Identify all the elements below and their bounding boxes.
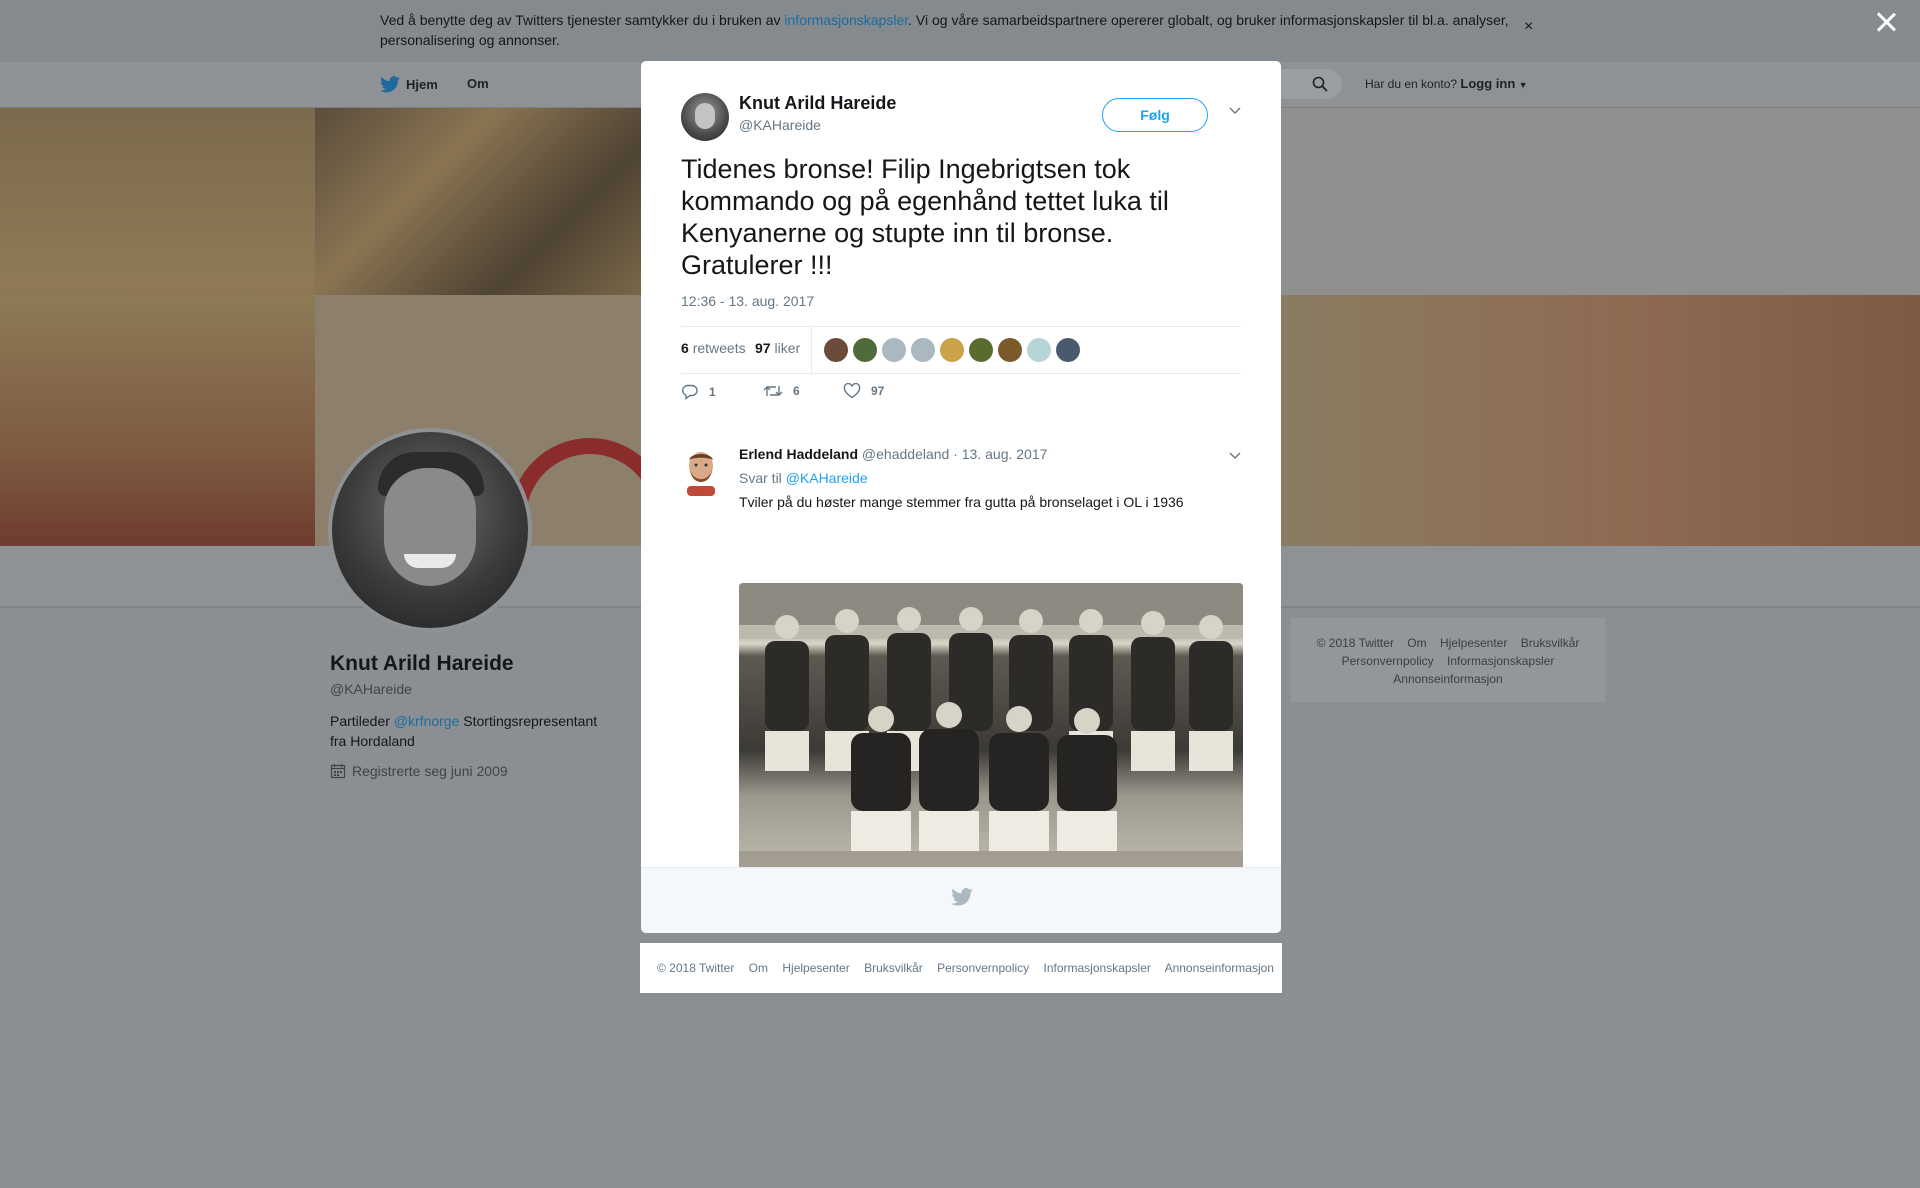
footer-link[interactable]: Annonseinformasjon	[1165, 961, 1274, 975]
footer-link[interactable]: Personvernpolicy	[937, 961, 1029, 975]
reply-author-avatar[interactable]	[681, 448, 721, 496]
footer-link[interactable]: © 2018 Twitter	[1317, 636, 1394, 650]
retweet-count: 6	[793, 384, 800, 398]
reply-text: Tviler på du høster mange stemmer fra gu…	[739, 494, 1184, 510]
bio-mention-link[interactable]: @krfnorge	[394, 713, 460, 729]
bio-text-before: Partileder	[330, 713, 394, 729]
modal-bottom-bar	[641, 867, 1281, 933]
reply-to: Svar til @KAHareide	[739, 470, 868, 486]
chevron-down-icon[interactable]	[1228, 450, 1242, 460]
profile-name: Knut Arild Hareide	[330, 652, 514, 675]
liker-avatar[interactable]	[1056, 338, 1080, 362]
footer-link[interactable]: Hjelpesenter	[1440, 636, 1507, 650]
retweets-count: 6	[681, 340, 689, 356]
like-count: 97	[871, 384, 885, 398]
footer-link[interactable]: © 2018 Twitter	[657, 961, 734, 975]
cookie-link[interactable]: informasjonskapsler	[784, 12, 908, 28]
cookie-banner: Ved å benytte deg av Twitters tjenester …	[0, 0, 1920, 62]
retweets-stat[interactable]: 6 retweets	[681, 340, 746, 356]
profile-avatar[interactable]	[328, 428, 532, 632]
footer-link[interactable]: Bruksvilkår	[864, 961, 923, 975]
heart-icon	[843, 383, 861, 399]
twitter-bird-icon	[951, 888, 973, 906]
reply-header: Erlend Haddeland @ehaddeland · 13. aug. …	[739, 446, 1047, 462]
reply-to-label: Svar til	[739, 470, 782, 486]
liker-avatar[interactable]	[969, 338, 993, 362]
tweet-permalink-modal: Knut Arild Hareide @KAHareide Følg Tiden…	[641, 61, 1281, 933]
retweet-icon	[763, 386, 783, 396]
reply-author-name[interactable]: Erlend Haddeland	[739, 446, 858, 462]
cookie-banner-text: Ved å benytte deg av Twitters tjenester …	[380, 10, 1530, 50]
reply-button[interactable]: 1	[681, 383, 716, 401]
liker-avatars	[824, 338, 1080, 362]
footer-link[interactable]: Bruksvilkår	[1521, 636, 1580, 650]
like-button[interactable]: 97	[843, 383, 884, 399]
footer-link[interactable]: Informasjonskapsler	[1447, 654, 1554, 668]
footer-link[interactable]: Om	[749, 961, 768, 975]
chevron-down-icon[interactable]	[1228, 105, 1242, 115]
reply-date[interactable]: · 13. aug. 2017	[953, 446, 1047, 462]
liker-avatar[interactable]	[882, 338, 906, 362]
profile-bio: Partileder @krfnorge Stortingsrepresenta…	[330, 711, 610, 751]
reply-author-handle[interactable]: @ehaddeland	[862, 446, 949, 462]
nav-home-label: Hjem	[406, 77, 438, 92]
follow-button[interactable]: Følg	[1102, 98, 1208, 132]
cookie-close-button[interactable]: ×	[1524, 18, 1533, 36]
retweets-label: retweets	[692, 340, 746, 356]
retweet-button[interactable]: 6	[763, 383, 800, 399]
twitter-bird-icon	[380, 76, 400, 93]
liker-avatar[interactable]	[824, 338, 848, 362]
reply-icon	[682, 384, 698, 400]
tweet-actions: 1 6 97	[681, 383, 981, 407]
side-footer: © 2018 Twitter Om Hjelpesenter Bruksvilk…	[1291, 618, 1605, 702]
liker-avatar[interactable]	[998, 338, 1022, 362]
reply-photo[interactable]	[739, 583, 1243, 887]
liker-avatar[interactable]	[853, 338, 877, 362]
modal-footer: © 2018 Twitter Om Hjelpesenter Bruksvilk…	[640, 943, 1282, 993]
chevron-down-icon: ▼	[1518, 80, 1528, 90]
profile-handle: @KAHareide	[330, 681, 412, 697]
liker-avatar[interactable]	[911, 338, 935, 362]
footer-link[interactable]: Informasjonskapsler	[1044, 961, 1151, 975]
reply-count: 1	[709, 385, 716, 399]
tweet-stats: 6 retweets 97 liker	[681, 326, 1241, 374]
tweet-text: Tidenes bronse! Filip Ingebrigtsen tok k…	[681, 154, 1169, 280]
profile-joined: Registrerte seg juni 2009	[330, 763, 508, 779]
likes-count: 97	[755, 340, 771, 356]
search-icon[interactable]	[1312, 76, 1328, 92]
login-link[interactable]: Logg inn	[1460, 76, 1515, 91]
cookie-text-before: Ved å benytte deg av Twitters tjenester …	[380, 12, 785, 28]
tweet-author-handle[interactable]: @KAHareide	[739, 117, 821, 133]
account-prompt: Har du en konto?	[1365, 77, 1458, 91]
login-prompt: Har du en konto? Logg inn ▼	[1365, 76, 1528, 91]
liker-avatar[interactable]	[1027, 338, 1051, 362]
footer-link[interactable]: Hjelpesenter	[782, 961, 849, 975]
tweet-author-name[interactable]: Knut Arild Hareide	[739, 93, 896, 114]
reply-to-link[interactable]: @KAHareide	[786, 470, 868, 486]
likes-label: liker	[774, 340, 801, 356]
liker-avatar[interactable]	[940, 338, 964, 362]
footer-link[interactable]: Personvernpolicy	[1342, 654, 1434, 668]
calendar-icon	[330, 764, 346, 779]
nav-about-link[interactable]: Om	[467, 76, 489, 91]
nav-home-link[interactable]: Hjem	[380, 76, 438, 93]
tweet-timestamp[interactable]: 12:36 - 13. aug. 2017	[681, 293, 814, 309]
close-icon[interactable]	[1874, 10, 1898, 34]
footer-link[interactable]: Om	[1407, 636, 1426, 650]
footer-link[interactable]: Annonseinformasjon	[1393, 672, 1502, 686]
profile-joined-text: Registrerte seg juni 2009	[352, 763, 508, 779]
likes-stat[interactable]: 97 liker	[755, 340, 800, 356]
tweet-author-avatar[interactable]	[681, 93, 729, 141]
